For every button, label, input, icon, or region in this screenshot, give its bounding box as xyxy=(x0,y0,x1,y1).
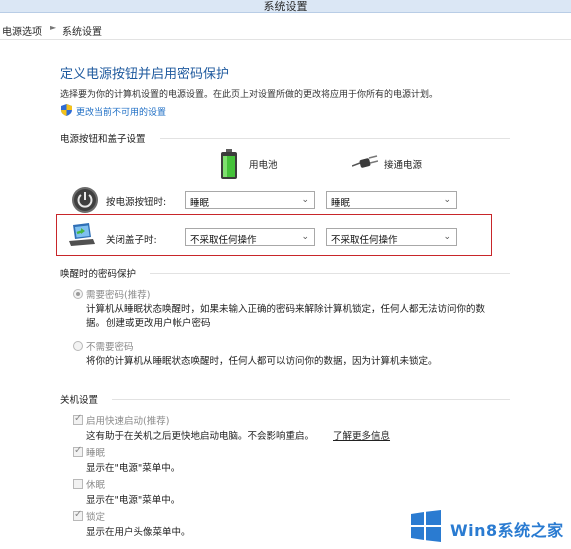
uac-shield-icon xyxy=(61,104,72,116)
chevron-down-icon: ⌄ xyxy=(301,195,309,205)
fast-startup-checkbox[interactable]: ✓ xyxy=(73,413,83,425)
fast-startup-description: 这有助于在关机之后更快地启动电脑。不会影响重启。 xyxy=(86,431,315,442)
require-password-description: 计算机从睡眠状态唤醒时，如果未输入正确的密码来解除计算机锁定，任何人都无法访问你… xyxy=(86,304,486,315)
close-lid-battery-select[interactable]: 不采取任何操作 ⌄ xyxy=(185,228,315,246)
password-section-title: 唤醒时的密码保护 xyxy=(60,269,137,280)
window-titlebar: 系统设置 xyxy=(0,0,571,13)
section-divider xyxy=(160,138,510,139)
page-title: 定义电源按钮并启用密码保护 xyxy=(60,67,230,82)
sleep-description: 显示在"电源"菜单中。 xyxy=(86,463,181,474)
breadcrumb: 电源选项 ► 系统设置 xyxy=(0,16,571,40)
window-title: 系统设置 xyxy=(263,0,308,13)
chevron-down-icon: ⌄ xyxy=(443,232,451,242)
battery-icon xyxy=(221,149,237,179)
require-password-description-cont: 据。 xyxy=(86,318,106,329)
watermark-text: Win8系统之家 xyxy=(450,521,564,540)
plug-icon xyxy=(352,155,378,168)
learn-more-link[interactable]: 了解更多信息 xyxy=(333,428,390,442)
select-value: 睡眠 xyxy=(190,198,210,209)
lock-checkbox[interactable]: ✓ xyxy=(73,509,83,521)
section-divider xyxy=(150,273,510,274)
no-password-radio[interactable] xyxy=(73,341,83,351)
sleep-checkbox[interactable]: ✓ xyxy=(73,445,83,457)
power-button-battery-select[interactable]: 睡眠 ⌄ xyxy=(185,191,315,209)
plugged-column-label: 接通电源 xyxy=(384,160,423,171)
windows-logo-icon xyxy=(411,510,441,542)
battery-column-label: 用电池 xyxy=(249,160,278,171)
require-password-radio[interactable] xyxy=(73,289,83,299)
breadcrumb-separator-icon: ► xyxy=(50,23,57,32)
lock-description: 显示在用户头像菜单中。 xyxy=(86,527,191,538)
select-value: 不采取任何操作 xyxy=(331,235,398,246)
watermark: Win8系统之家 xyxy=(400,505,571,549)
page-description: 选择要为你的计算机设置的电源设置。在此页上对设置所做的更改将应用于你所有的电源计… xyxy=(60,90,439,100)
hibernate-checkbox[interactable] xyxy=(73,479,83,489)
chevron-down-icon: ⌄ xyxy=(301,232,309,242)
change-unavailable-settings-link[interactable]: 更改当前不可用的设置 xyxy=(76,105,166,118)
hibernate-description: 显示在"电源"菜单中。 xyxy=(86,495,181,506)
create-password-link[interactable]: 创建或更改用户帐户密码 xyxy=(106,315,211,329)
no-password-label: 不需要密码 xyxy=(86,342,134,353)
breadcrumb-item-power-options[interactable]: 电源选项 xyxy=(2,23,42,38)
lock-label: 锁定 xyxy=(86,512,106,523)
require-password-label: 需要密码(推荐) xyxy=(86,290,151,301)
fast-startup-label: 启用快速启动(推荐) xyxy=(86,416,170,427)
laptop-lid-icon xyxy=(69,223,95,246)
power-button-label: 按电源按钮时: xyxy=(106,197,167,208)
select-value: 睡眠 xyxy=(331,198,351,209)
no-password-description: 将你的计算机从睡眠状态唤醒时，任何人都可以访问你的数据，因为计算机未锁定。 xyxy=(86,356,438,367)
close-lid-plugged-select[interactable]: 不采取任何操作 ⌄ xyxy=(326,228,457,246)
breadcrumb-item-system-settings[interactable]: 系统设置 xyxy=(62,23,102,38)
shutdown-section-title: 关机设置 xyxy=(60,395,99,406)
select-value: 不采取任何操作 xyxy=(190,235,257,246)
section-divider xyxy=(112,399,510,400)
hibernate-label: 休眠 xyxy=(86,480,106,491)
chevron-down-icon: ⌄ xyxy=(443,195,451,205)
power-button-icon xyxy=(72,187,98,213)
close-lid-label: 关闭盖子时: xyxy=(106,235,157,246)
power-button-plugged-select[interactable]: 睡眠 ⌄ xyxy=(326,191,457,209)
power-section-title: 电源按钮和盖子设置 xyxy=(60,134,146,145)
sleep-label: 睡眠 xyxy=(86,448,106,459)
